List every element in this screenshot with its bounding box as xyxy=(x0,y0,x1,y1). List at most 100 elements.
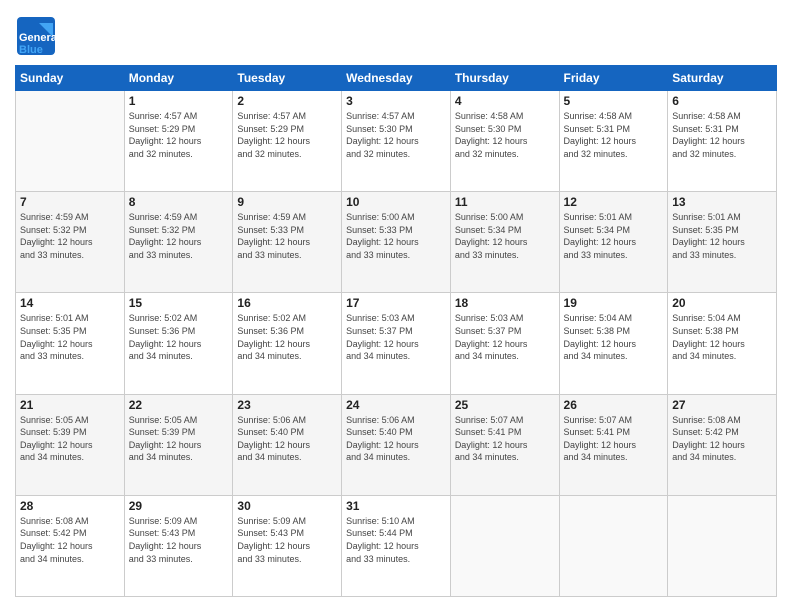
calendar-cell: 1 Sunrise: 4:57 AM Sunset: 5:29 PM Daylig… xyxy=(124,91,233,192)
day-number: 15 xyxy=(129,296,229,310)
day-info: Sunrise: 5:02 AM Sunset: 5:36 PM Dayligh… xyxy=(129,312,229,362)
weekday-header-sunday: Sunday xyxy=(16,66,125,91)
calendar-week-row: 7 Sunrise: 4:59 AM Sunset: 5:32 PM Daylig… xyxy=(16,192,777,293)
day-info: Sunrise: 5:05 AM Sunset: 5:39 PM Dayligh… xyxy=(20,414,120,464)
calendar-cell xyxy=(559,495,668,596)
header: General Blue xyxy=(15,15,777,55)
logo: General Blue xyxy=(15,15,60,55)
svg-text:General: General xyxy=(19,32,57,44)
day-info: Sunrise: 5:04 AM Sunset: 5:38 PM Dayligh… xyxy=(672,312,772,362)
calendar-cell: 5Sunrise: 4:58 AM Sunset: 5:31 PM Daylig… xyxy=(559,91,668,192)
calendar-cell: 20 Sunrise: 5:04 AM Sunset: 5:38 PM Dayli… xyxy=(668,293,777,394)
day-number: 8 xyxy=(129,195,229,209)
calendar-cell: 3 Sunrise: 4:57 AM Sunset: 5:30 PM Daylig… xyxy=(342,91,451,192)
day-number: 30 xyxy=(237,499,337,513)
day-number: 22 xyxy=(129,398,229,412)
day-number: 1 xyxy=(129,94,229,108)
day-number: 23 xyxy=(237,398,337,412)
day-info: Sunrise: 5:01 AM Sunset: 5:34 PM Dayligh… xyxy=(564,211,664,261)
day-number: 4 xyxy=(455,94,555,108)
calendar-cell: 19 Sunrise: 5:04 AM Sunset: 5:38 PM Dayli… xyxy=(559,293,668,394)
day-number: 6 xyxy=(672,94,772,108)
weekday-header-monday: Monday xyxy=(124,66,233,91)
logo-icon: General Blue xyxy=(15,15,55,55)
day-number: 25 xyxy=(455,398,555,412)
calendar-cell: 13 Sunrise: 5:01 AM Sunset: 5:35 PM Dayli… xyxy=(668,192,777,293)
calendar-cell: 22Sunrise: 5:05 AM Sunset: 5:39 PM Dayli… xyxy=(124,394,233,495)
day-number: 24 xyxy=(346,398,446,412)
day-number: 29 xyxy=(129,499,229,513)
calendar-cell: 25 Sunrise: 5:07 AM Sunset: 5:41 PM Dayli… xyxy=(450,394,559,495)
day-number: 3 xyxy=(346,94,446,108)
day-info: Sunrise: 5:01 AM Sunset: 5:35 PM Dayligh… xyxy=(672,211,772,261)
day-info: Sunrise: 5:00 AM Sunset: 5:34 PM Dayligh… xyxy=(455,211,555,261)
day-info: Sunrise: 4:59 AM Sunset: 5:32 PM Dayligh… xyxy=(20,211,120,261)
calendar-cell: 14 Sunrise: 5:01 AM Sunset: 5:35 PM Dayli… xyxy=(16,293,125,394)
day-info: Sunrise: 5:09 AM Sunset: 5:43 PM Dayligh… xyxy=(129,515,229,565)
day-number: 20 xyxy=(672,296,772,310)
day-info: Sunrise: 4:59 AM Sunset: 5:32 PM Dayligh… xyxy=(129,211,229,261)
calendar-week-row: 21 Sunrise: 5:05 AM Sunset: 5:39 PM Dayli… xyxy=(16,394,777,495)
day-number: 31 xyxy=(346,499,446,513)
calendar-cell: 12 Sunrise: 5:01 AM Sunset: 5:34 PM Dayli… xyxy=(559,192,668,293)
day-number: 16 xyxy=(237,296,337,310)
calendar-cell: 2 Sunrise: 4:57 AM Sunset: 5:29 PM Daylig… xyxy=(233,91,342,192)
day-number: 2 xyxy=(237,94,337,108)
svg-text:Blue: Blue xyxy=(19,44,43,56)
day-number: 28 xyxy=(20,499,120,513)
calendar-cell xyxy=(450,495,559,596)
day-info: Sunrise: 4:57 AM Sunset: 5:29 PM Dayligh… xyxy=(129,110,229,160)
day-info: Sunrise: 5:00 AM Sunset: 5:33 PM Dayligh… xyxy=(346,211,446,261)
calendar-cell: 4Sunrise: 4:58 AM Sunset: 5:30 PM Daylig… xyxy=(450,91,559,192)
calendar-cell: 7 Sunrise: 4:59 AM Sunset: 5:32 PM Daylig… xyxy=(16,192,125,293)
day-number: 14 xyxy=(20,296,120,310)
day-info: Sunrise: 4:59 AM Sunset: 5:33 PM Dayligh… xyxy=(237,211,337,261)
calendar-table: SundayMondayTuesdayWednesdayThursdayFrid… xyxy=(15,65,777,597)
day-info: Sunrise: 5:04 AM Sunset: 5:38 PM Dayligh… xyxy=(564,312,664,362)
calendar-cell: 26 Sunrise: 5:07 AM Sunset: 5:41 PM Dayli… xyxy=(559,394,668,495)
weekday-header-row: SundayMondayTuesdayWednesdayThursdayFrid… xyxy=(16,66,777,91)
day-info: Sunrise: 4:57 AM Sunset: 5:29 PM Dayligh… xyxy=(237,110,337,160)
day-number: 12 xyxy=(564,195,664,209)
day-number: 7 xyxy=(20,195,120,209)
calendar-cell: 29 Sunrise: 5:09 AM Sunset: 5:43 PM Dayli… xyxy=(124,495,233,596)
calendar-cell: 16 Sunrise: 5:02 AM Sunset: 5:36 PM Dayli… xyxy=(233,293,342,394)
calendar-cell: 18Sunrise: 5:03 AM Sunset: 5:37 PM Dayli… xyxy=(450,293,559,394)
calendar-cell: 11Sunrise: 5:00 AM Sunset: 5:34 PM Dayli… xyxy=(450,192,559,293)
calendar-cell: 30 Sunrise: 5:09 AM Sunset: 5:43 PM Dayli… xyxy=(233,495,342,596)
day-info: Sunrise: 5:08 AM Sunset: 5:42 PM Dayligh… xyxy=(672,414,772,464)
day-info: Sunrise: 5:03 AM Sunset: 5:37 PM Dayligh… xyxy=(346,312,446,362)
day-info: Sunrise: 4:57 AM Sunset: 5:30 PM Dayligh… xyxy=(346,110,446,160)
day-info: Sunrise: 5:07 AM Sunset: 5:41 PM Dayligh… xyxy=(455,414,555,464)
calendar-cell: 28Sunrise: 5:08 AM Sunset: 5:42 PM Dayli… xyxy=(16,495,125,596)
calendar-cell: 8 Sunrise: 4:59 AM Sunset: 5:32 PM Daylig… xyxy=(124,192,233,293)
weekday-header-wednesday: Wednesday xyxy=(342,66,451,91)
weekday-header-saturday: Saturday xyxy=(668,66,777,91)
day-info: Sunrise: 5:06 AM Sunset: 5:40 PM Dayligh… xyxy=(237,414,337,464)
day-number: 17 xyxy=(346,296,446,310)
day-info: Sunrise: 5:07 AM Sunset: 5:41 PM Dayligh… xyxy=(564,414,664,464)
calendar-cell: 31 Sunrise: 5:10 AM Sunset: 5:44 PM Dayli… xyxy=(342,495,451,596)
day-number: 5 xyxy=(564,94,664,108)
calendar-cell: 24 Sunrise: 5:06 AM Sunset: 5:40 PM Dayli… xyxy=(342,394,451,495)
day-info: Sunrise: 5:02 AM Sunset: 5:36 PM Dayligh… xyxy=(237,312,337,362)
weekday-header-thursday: Thursday xyxy=(450,66,559,91)
day-number: 9 xyxy=(237,195,337,209)
calendar-week-row: 14 Sunrise: 5:01 AM Sunset: 5:35 PM Dayli… xyxy=(16,293,777,394)
calendar-cell: 9 Sunrise: 4:59 AM Sunset: 5:33 PM Daylig… xyxy=(233,192,342,293)
weekday-header-friday: Friday xyxy=(559,66,668,91)
day-number: 21 xyxy=(20,398,120,412)
day-number: 19 xyxy=(564,296,664,310)
day-info: Sunrise: 5:10 AM Sunset: 5:44 PM Dayligh… xyxy=(346,515,446,565)
day-number: 26 xyxy=(564,398,664,412)
day-info: Sunrise: 5:09 AM Sunset: 5:43 PM Dayligh… xyxy=(237,515,337,565)
day-number: 18 xyxy=(455,296,555,310)
calendar-cell: 21 Sunrise: 5:05 AM Sunset: 5:39 PM Dayli… xyxy=(16,394,125,495)
calendar-cell: 27Sunrise: 5:08 AM Sunset: 5:42 PM Dayli… xyxy=(668,394,777,495)
day-info: Sunrise: 4:58 AM Sunset: 5:31 PM Dayligh… xyxy=(672,110,772,160)
calendar-cell: 17 Sunrise: 5:03 AM Sunset: 5:37 PM Dayli… xyxy=(342,293,451,394)
page: General Blue SundayMondayTuesdayWednesda… xyxy=(0,0,792,612)
day-info: Sunrise: 5:01 AM Sunset: 5:35 PM Dayligh… xyxy=(20,312,120,362)
day-info: Sunrise: 5:06 AM Sunset: 5:40 PM Dayligh… xyxy=(346,414,446,464)
day-number: 13 xyxy=(672,195,772,209)
